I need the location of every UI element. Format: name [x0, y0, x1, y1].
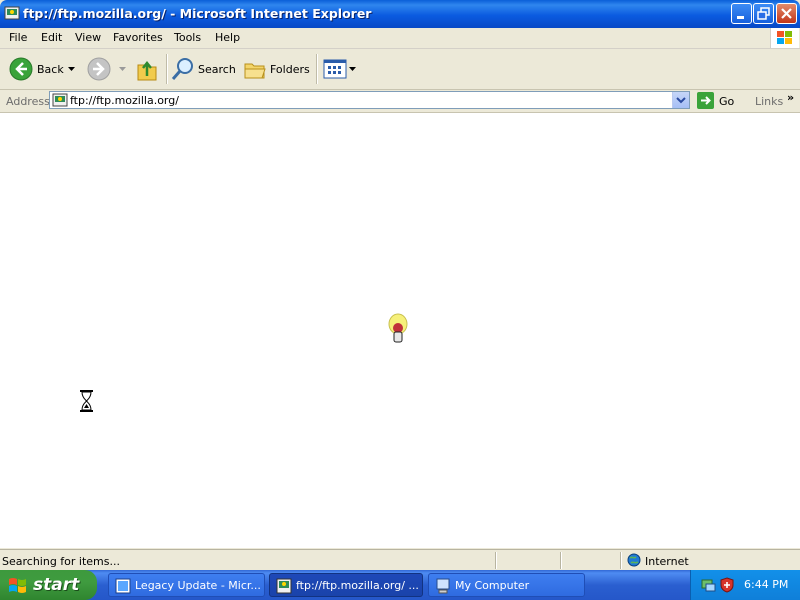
title-bar[interactable]: ftp://ftp.mozilla.org/ - Microsoft Inter… [0, 0, 800, 28]
menu-tools[interactable]: Tools [174, 31, 201, 44]
taskbar-item-label: Legacy Update - Micr... [135, 579, 261, 592]
menu-help[interactable]: Help [215, 31, 240, 44]
folders-icon [244, 63, 266, 79]
menu-file[interactable]: File [9, 31, 27, 44]
taskbar-item-label: ftp://ftp.mozilla.org/ ... [296, 579, 419, 592]
chevron-down-icon [676, 97, 686, 104]
system-tray: 6:44 PM [690, 570, 800, 600]
taskbar: start Legacy Update - Micr... ftp://ftp.… [0, 570, 800, 600]
up-folder-icon [137, 60, 157, 81]
security-shield-icon[interactable] [719, 577, 735, 593]
folders-button[interactable]: Folders [241, 54, 311, 84]
views-button[interactable] [321, 54, 357, 84]
ftp-page-icon [52, 93, 68, 107]
status-bar: Searching for items... Internet [0, 549, 800, 571]
start-label: start [33, 575, 80, 595]
page-content[interactable] [0, 113, 800, 548]
hourglass-icon [80, 390, 93, 412]
search-button[interactable]: Search [170, 54, 236, 84]
ie-window-icon[interactable] [4, 5, 20, 21]
forward-button[interactable] [86, 54, 130, 84]
up-folder-button[interactable] [134, 54, 162, 84]
address-value: ftp://ftp.mozilla.org/ [70, 94, 179, 107]
address-label: Address [6, 95, 50, 108]
address-bar: Address ftp://ftp.mozilla.org/ Go Links … [0, 90, 800, 113]
taskbar-item-label: My Computer [455, 579, 530, 592]
search-label: Search [198, 63, 236, 76]
windows-logo-icon [770, 28, 799, 48]
internet-globe-icon [627, 553, 641, 567]
search-icon [171, 58, 193, 80]
views-icon [323, 59, 347, 79]
ftp-page-icon [276, 578, 292, 594]
standard-toolbar: Back Search Folders [0, 49, 800, 90]
menu-bar: File Edit View Favorites Tools Help [0, 28, 800, 49]
busy-bulb-icon [388, 313, 408, 343]
legacy-update-icon [115, 578, 131, 594]
restore-button[interactable] [753, 3, 774, 24]
start-button[interactable]: start [0, 570, 97, 600]
back-dropdown-icon [68, 67, 75, 71]
windows-flag-icon [9, 578, 26, 593]
views-dropdown-icon [349, 67, 356, 71]
close-button[interactable] [776, 3, 797, 24]
taskbar-item-ftp-mozilla[interactable]: ftp://ftp.mozilla.org/ ... [269, 573, 423, 597]
back-button[interactable]: Back [6, 54, 81, 84]
back-label: Back [37, 63, 64, 76]
address-dropdown-button[interactable] [672, 92, 689, 108]
security-zone-label: Internet [645, 555, 689, 568]
taskbar-item-legacy-update[interactable]: Legacy Update - Micr... [108, 573, 265, 597]
folders-label: Folders [270, 63, 310, 76]
menu-favorites[interactable]: Favorites [113, 31, 163, 44]
address-input[interactable]: ftp://ftp.mozilla.org/ [49, 91, 690, 109]
clock[interactable]: 6:44 PM [744, 578, 788, 591]
taskbar-item-my-computer[interactable]: My Computer [428, 573, 585, 597]
my-computer-icon [436, 578, 450, 594]
menu-view[interactable]: View [75, 31, 101, 44]
network-icon[interactable] [700, 577, 716, 593]
menu-edit[interactable]: Edit [41, 31, 62, 44]
forward-arrow-icon [87, 57, 111, 81]
window-title: ftp://ftp.mozilla.org/ - Microsoft Inter… [23, 6, 372, 21]
minimize-button[interactable] [731, 3, 752, 24]
status-text: Searching for items... [2, 555, 120, 568]
forward-dropdown-icon [119, 67, 126, 71]
links-label[interactable]: Links [755, 95, 783, 108]
go-label: Go [719, 95, 735, 108]
links-chevron-icon[interactable]: » [787, 91, 794, 104]
go-arrow-icon [697, 92, 714, 109]
back-arrow-icon [9, 57, 33, 81]
